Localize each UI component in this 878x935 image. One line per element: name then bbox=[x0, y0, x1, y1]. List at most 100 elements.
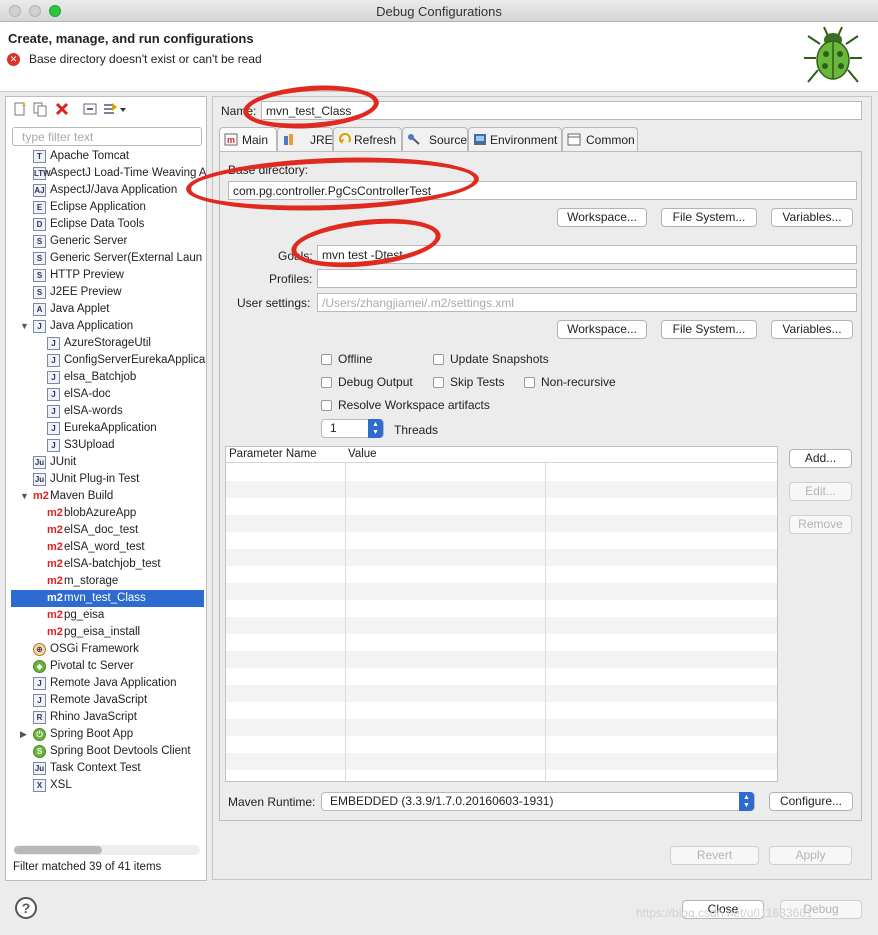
tree-item[interactable]: Jelsa_Batchjob bbox=[6, 369, 204, 386]
tab-jre[interactable]: JRE bbox=[277, 127, 333, 151]
tree-item[interactable]: m2 blobAzureApp bbox=[6, 505, 204, 522]
tree-item[interactable]: m2 mvn_test_Class bbox=[11, 590, 204, 607]
tree-item[interactable]: m2 pg_eisa bbox=[6, 607, 204, 624]
collapse-all-icon[interactable] bbox=[82, 101, 98, 117]
tree-item[interactable]: J ConfigServerEurekaApplica bbox=[6, 352, 206, 369]
filter-input[interactable]: type filter text bbox=[12, 127, 202, 146]
select-arrows-icon[interactable]: ▲ ▼ bbox=[739, 792, 754, 811]
tree-item[interactable]: m2 pg_eisa_install bbox=[6, 624, 204, 641]
common-tab-icon bbox=[567, 133, 581, 146]
column-divider bbox=[345, 447, 346, 781]
tree-item[interactable]: m2 m_storage bbox=[6, 573, 204, 590]
revert-button[interactable]: Revert bbox=[670, 846, 759, 865]
remove-parameter-button[interactable]: Remove bbox=[789, 515, 852, 534]
tree-item-label: ConfigServerEurekaApplica bbox=[64, 354, 206, 366]
edit-parameter-button[interactable]: Edit... bbox=[789, 482, 852, 501]
goals-input[interactable]: mvn test -Dtest bbox=[317, 245, 857, 264]
expanded-arrow-icon[interactable]: ▼ bbox=[20, 488, 30, 505]
tree-item[interactable]: Ju JUnit bbox=[6, 454, 204, 471]
base-directory-input[interactable]: com.pg.controller.PgCsControllerTest bbox=[228, 181, 857, 200]
tree-item-label: elSA_doc_test bbox=[64, 524, 139, 536]
add-parameter-button[interactable]: Add... bbox=[789, 449, 852, 468]
tree-item[interactable]: m2 elSA-batchjob_test bbox=[6, 556, 204, 573]
tree-item[interactable]: AJ AspectJ/Java Application bbox=[6, 182, 204, 199]
tree-item[interactable]: JelSA-words bbox=[6, 403, 204, 420]
tree-item[interactable]: R Rhino JavaScript bbox=[6, 709, 204, 726]
apply-button[interactable]: Apply bbox=[769, 846, 852, 865]
expanded-arrow-icon[interactable]: ▼ bbox=[20, 318, 30, 335]
m2-icon: m2 bbox=[47, 626, 63, 638]
name-input[interactable]: mvn_test_Class bbox=[261, 101, 862, 120]
threads-stepper[interactable]: 1 ▲ ▼ bbox=[321, 419, 384, 438]
resolve-workspace-checkbox[interactable] bbox=[321, 400, 332, 411]
java-app-icon: J bbox=[47, 405, 60, 418]
new-config-icon[interactable]: ✦ bbox=[12, 101, 28, 117]
help-icon[interactable]: ? bbox=[15, 897, 37, 919]
settings-filesystem-button[interactable]: File System... bbox=[661, 320, 757, 339]
tree-item[interactable]: J S3Upload bbox=[6, 437, 204, 454]
parameters-table[interactable]: Parameter Name Value bbox=[225, 446, 778, 782]
tree-item-label: elSA-batchjob_test bbox=[64, 558, 161, 570]
skip-tests-checkbox[interactable] bbox=[433, 377, 444, 388]
tree-item[interactable]: X XSL bbox=[6, 777, 204, 794]
profiles-input[interactable] bbox=[317, 269, 857, 288]
data-tools-icon: D bbox=[33, 218, 46, 231]
tree-item[interactable]: J EurekaApplication bbox=[6, 420, 204, 437]
stepper-arrows-icon[interactable]: ▲ ▼ bbox=[368, 419, 383, 438]
settings-workspace-button[interactable]: Workspace... bbox=[557, 320, 647, 339]
settings-variables-button[interactable]: Variables... bbox=[771, 320, 853, 339]
tab-refresh[interactable]: Refresh bbox=[333, 127, 402, 151]
tree-item[interactable]: Ju Task Context Test bbox=[6, 760, 204, 777]
tab-main[interactable]: m Main bbox=[219, 127, 277, 151]
delete-config-icon[interactable] bbox=[54, 101, 70, 117]
param-value-header[interactable]: Value bbox=[348, 448, 377, 460]
non-recursive-checkbox[interactable] bbox=[524, 377, 535, 388]
collapsed-arrow-icon[interactable]: ▶ bbox=[20, 726, 30, 743]
tree-item[interactable]: E Eclipse Application bbox=[6, 199, 204, 216]
tab-environment[interactable]: Environment bbox=[468, 127, 562, 151]
tree-item[interactable]: ▶ ⏻ Spring Boot App bbox=[6, 726, 204, 743]
tree-item[interactable]: m2 elSA_doc_test bbox=[6, 522, 204, 539]
tree-item[interactable]: JelSA-doc bbox=[6, 386, 204, 403]
user-settings-input[interactable]: /Users/zhangjiamei/.m2/settings.xml bbox=[317, 293, 857, 312]
table-row bbox=[226, 481, 777, 498]
duplicate-config-icon[interactable] bbox=[32, 101, 48, 117]
resolve-workspace-label: Resolve Workspace artifacts bbox=[338, 398, 490, 412]
filter-menu-icon[interactable] bbox=[102, 101, 128, 117]
tree-item[interactable]: m2 elSA_word_test bbox=[6, 539, 204, 556]
tree-horizontal-scrollbar[interactable] bbox=[14, 845, 200, 855]
tree-item[interactable]: S HTTP Preview bbox=[6, 267, 204, 284]
tree-item[interactable]: S J2EE Preview bbox=[6, 284, 204, 301]
tab-source[interactable]: Source bbox=[402, 127, 468, 151]
update-snapshots-checkbox[interactable] bbox=[433, 354, 444, 365]
tree-item[interactable]: J Remote Java Application bbox=[6, 675, 204, 692]
tree-item[interactable]: J Remote JavaScript bbox=[6, 692, 204, 709]
tree-item[interactable]: Ju JUnit Plug-in Test bbox=[6, 471, 204, 488]
tree-item[interactable]: ◆ Pivotal tc Server bbox=[6, 658, 204, 675]
svg-text:m: m bbox=[227, 135, 235, 145]
tree-item-label: Pivotal tc Server bbox=[50, 660, 134, 672]
tree-item[interactable]: ▼ J Java Application bbox=[6, 318, 204, 335]
tab-common[interactable]: Common bbox=[562, 127, 638, 151]
base-dir-workspace-button[interactable]: Workspace... bbox=[557, 208, 647, 227]
config-tree[interactable]: T Apache Tomcat LTW AspectJ Load-Time Weavi… bbox=[6, 148, 206, 838]
base-dir-filesystem-button[interactable]: File System... bbox=[661, 208, 757, 227]
tree-item-label: Generic Server bbox=[50, 235, 128, 247]
debug-output-checkbox[interactable] bbox=[321, 377, 332, 388]
tree-item[interactable]: ▼ m2 Maven Build bbox=[6, 488, 204, 505]
configure-runtime-button[interactable]: Configure... bbox=[769, 792, 853, 811]
tree-item[interactable]: S Generic Server bbox=[6, 233, 204, 250]
param-name-header[interactable]: Parameter Name bbox=[229, 448, 317, 460]
tree-item[interactable]: LTW AspectJ Load-Time Weaving A bbox=[6, 165, 206, 182]
tree-item[interactable]: S Spring Boot Devtools Client bbox=[6, 743, 204, 760]
base-dir-variables-button[interactable]: Variables... bbox=[771, 208, 853, 227]
tree-item[interactable]: D Eclipse Data Tools bbox=[6, 216, 204, 233]
maven-runtime-select[interactable]: EMBEDDED (3.3.9/1.7.0.20160603-1931) ▲ ▼ bbox=[321, 792, 755, 811]
offline-checkbox[interactable] bbox=[321, 354, 332, 365]
tree-item[interactable]: ⊕ OSGi Framework bbox=[6, 641, 204, 658]
tree-item[interactable]: A Java Applet bbox=[6, 301, 204, 318]
tree-item[interactable]: J AzureStorageUtil bbox=[6, 335, 204, 352]
scrollbar-thumb[interactable] bbox=[14, 846, 102, 854]
tree-item[interactable]: T Apache Tomcat bbox=[6, 148, 204, 165]
tree-item[interactable]: S Generic Server(External Laun bbox=[6, 250, 204, 267]
